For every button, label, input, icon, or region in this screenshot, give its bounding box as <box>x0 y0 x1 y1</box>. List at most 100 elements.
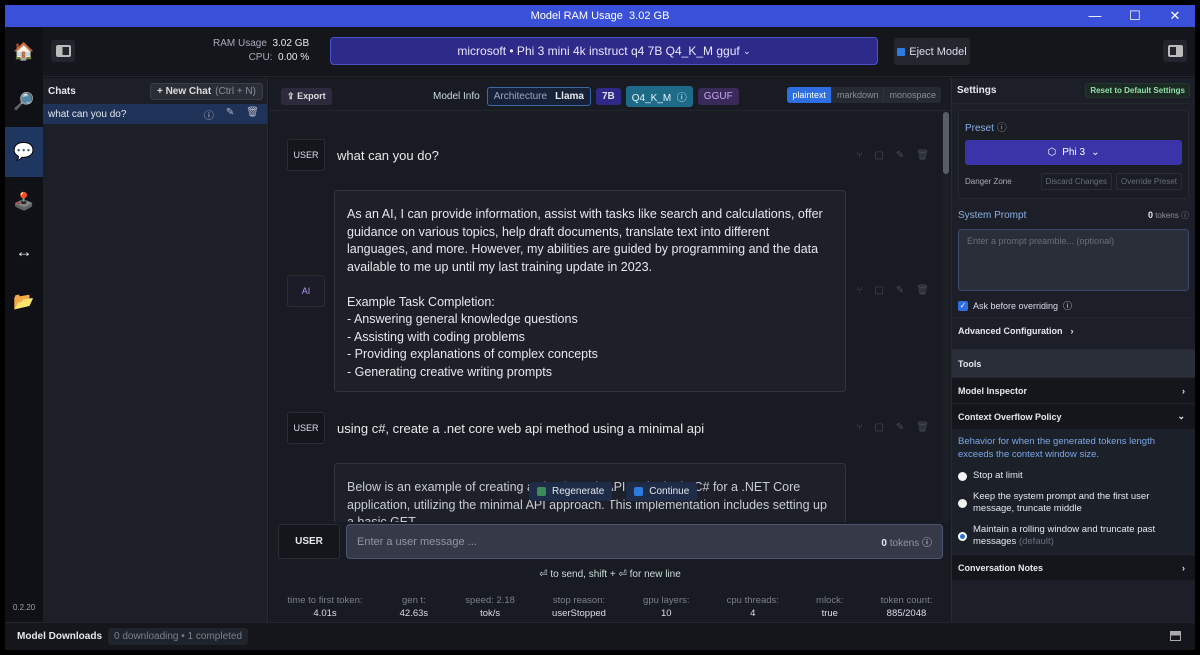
regenerate-icon <box>537 487 546 496</box>
chat-item-label: what can you do? <box>48 108 127 120</box>
policy-stop-at-limit[interactable]: Stop at limit <box>958 470 1189 482</box>
edit-icon[interactable]: ✎ <box>896 285 904 296</box>
close-button[interactable]: ✕ <box>1155 5 1195 27</box>
composer: USER Enter a user message ... 0 tokens ⓘ… <box>269 522 951 622</box>
info-icon: ⓘ <box>922 538 932 549</box>
copy-icon[interactable]: ▢ <box>874 150 883 161</box>
chevron-down-icon: ⌄ <box>1091 147 1100 158</box>
stat-ttft: time to first token: 4.01s <box>287 595 363 619</box>
trash-icon[interactable]: 🗑 <box>916 422 929 433</box>
message-actions: ⑂ ▢ ✎ 🗑 <box>856 285 929 296</box>
new-chat-shortcut: (Ctrl + N) <box>215 85 256 97</box>
ask-label: Ask before overriding <box>973 300 1059 311</box>
chat-toolbar: ⇪ Export Model Info Architecture Llama 7B… <box>269 78 951 111</box>
maximize-button[interactable]: ☐ <box>1115 5 1155 27</box>
context-overflow-options: Behavior for when the generated tokens l… <box>952 429 1195 554</box>
mode-markdown[interactable]: markdown <box>830 87 884 103</box>
system-prompt-input[interactable]: Enter a prompt preamble... (optional) <box>958 229 1189 291</box>
message-input[interactable]: Enter a user message ... 0 tokens ⓘ <box>346 524 943 559</box>
stat-gen-time: gen t: 42.63s <box>399 595 429 619</box>
chevron-right-icon: › <box>1182 385 1185 396</box>
policy-rolling-window[interactable]: Maintain a rolling window and truncate p… <box>958 524 1189 548</box>
override-preset-button[interactable]: Override Preset <box>1115 173 1182 190</box>
quant-tag[interactable]: Q4_K_M ⓘ <box>625 86 693 107</box>
message-input-placeholder: Enter a user message ... <box>357 535 477 548</box>
nav-playground[interactable]: 🕹️ <box>5 177 43 227</box>
info-icon[interactable]: ⓘ <box>204 107 214 122</box>
edit-icon[interactable]: ✎ <box>896 150 904 161</box>
trash-icon[interactable]: 🗑 <box>246 107 259 122</box>
composer-role-button[interactable]: USER <box>278 524 340 559</box>
resource-usage: RAM Usage 3.02 GB CPU: 0.00 % <box>213 38 309 63</box>
continue-button[interactable]: Continue <box>626 482 698 501</box>
ask-before-overriding[interactable]: ✓ Ask before overriding ⓘ <box>958 299 1189 312</box>
ram-label: RAM Usage <box>213 38 267 49</box>
branch-icon[interactable]: ⑂ <box>856 285 862 296</box>
radio-selected-icon[interactable] <box>958 531 967 541</box>
trash-icon[interactable]: 🗑 <box>916 150 929 161</box>
conversation-notes-toggle[interactable]: Conversation Notes › <box>952 554 1195 580</box>
toggle-sidebar-button[interactable] <box>51 40 75 62</box>
scroll-thumb[interactable] <box>943 112 949 174</box>
nav-server[interactable]: ↔ <box>5 227 43 277</box>
context-overflow-toggle[interactable]: Context Overflow Policy ⌄ <box>952 403 1195 429</box>
preset-selector[interactable]: ⬡ Phi 3 ⌄ <box>965 140 1182 165</box>
model-inspector-label: Model Inspector <box>958 385 1028 396</box>
export-button[interactable]: ⇪ Export <box>281 88 332 105</box>
system-prompt-label: System Prompt <box>958 210 1027 221</box>
nav-folders[interactable]: 📂 <box>5 277 43 327</box>
branch-icon[interactable]: ⑂ <box>856 150 862 161</box>
mode-plaintext[interactable]: plaintext <box>787 87 831 103</box>
ram-value: 3.02 GB <box>272 38 310 49</box>
default-suffix: (default) <box>1018 536 1054 547</box>
copy-icon[interactable]: ▢ <box>874 422 883 433</box>
discard-changes-button[interactable]: Discard Changes <box>1040 173 1112 190</box>
policy-truncate-middle[interactable]: Keep the system prompt and the first use… <box>958 491 1189 515</box>
nav-chat[interactable]: 💬 <box>5 127 43 177</box>
model-downloads-button[interactable]: Model Downloads <box>17 631 102 642</box>
system-prompt-section: System Prompt 0 tokens ⓘ Enter a prompt p… <box>952 205 1195 317</box>
tools-header: Tools <box>952 349 1195 377</box>
model-inspector-toggle[interactable]: Model Inspector › <box>952 377 1195 403</box>
chevron-down-icon: ⌄ <box>743 45 751 56</box>
minimize-button[interactable]: — <box>1075 5 1115 27</box>
send-hint: ⏎ to send, shift + ⏎ for new line <box>539 569 681 580</box>
model-selector[interactable]: microsoft • Phi 3 mini 4k instruct q4 7B… <box>330 37 878 65</box>
advanced-config-toggle[interactable]: Advanced Configuration › <box>952 317 1195 343</box>
message-scrollbar[interactable] <box>943 112 949 522</box>
token-count: 0 <box>881 538 887 549</box>
radio-icon[interactable] <box>958 471 967 481</box>
info-icon: ⓘ <box>676 93 687 104</box>
trash-icon[interactable]: 🗑 <box>916 285 929 296</box>
new-chat-button[interactable]: + New Chat (Ctrl + N) <box>149 82 263 100</box>
mode-monospace[interactable]: monospace <box>883 87 941 103</box>
toggle-settings-button[interactable] <box>1163 40 1187 62</box>
play-icon <box>634 487 644 496</box>
danger-zone-label: Danger Zone <box>965 177 1012 186</box>
nav-home[interactable]: 🏠 <box>5 27 43 77</box>
eject-model-button[interactable]: Eject Model <box>894 38 970 65</box>
nav-search[interactable]: 🔎 <box>5 77 43 127</box>
panel-toggle-icon[interactable] <box>1170 631 1181 641</box>
system-prompt-tokens: 0 <box>1147 210 1153 220</box>
regenerate-button[interactable]: Regenerate <box>529 482 613 501</box>
conversation-notes-label: Conversation Notes <box>958 562 1044 573</box>
bottom-bar: Model Downloads 0 downloading • 1 comple… <box>5 622 1195 650</box>
ai-message: As an AI, I can provide information, ass… <box>334 190 846 392</box>
copy-icon[interactable]: ▢ <box>874 285 883 296</box>
edit-icon[interactable]: ✎ <box>896 422 904 433</box>
radio-icon[interactable] <box>958 498 967 508</box>
stat-token-count: token count: 885/2048 <box>880 595 933 619</box>
advanced-config-label: Advanced Configuration <box>958 325 1063 336</box>
message-actions: ⑂ ▢ ✎ 🗑 <box>856 422 929 433</box>
branch-icon[interactable]: ⑂ <box>856 422 862 433</box>
info-icon: ⓘ <box>1181 211 1189 220</box>
checkbox-checked-icon[interactable]: ✓ <box>958 300 968 311</box>
policy-label: Stop at limit <box>973 470 1023 481</box>
top-bar: RAM Usage 3.02 GB CPU: 0.00 % microsoft … <box>43 27 1195 77</box>
cpu-label: CPU: <box>248 52 273 63</box>
edit-icon[interactable]: ✎ <box>226 107 234 122</box>
reset-settings-button[interactable]: Reset to Default Settings <box>1085 83 1190 98</box>
policy-label: Maintain a rolling window and truncate p… <box>973 524 1156 547</box>
chat-list-item[interactable]: what can you do? ⓘ ✎ 🗑 <box>43 104 267 124</box>
